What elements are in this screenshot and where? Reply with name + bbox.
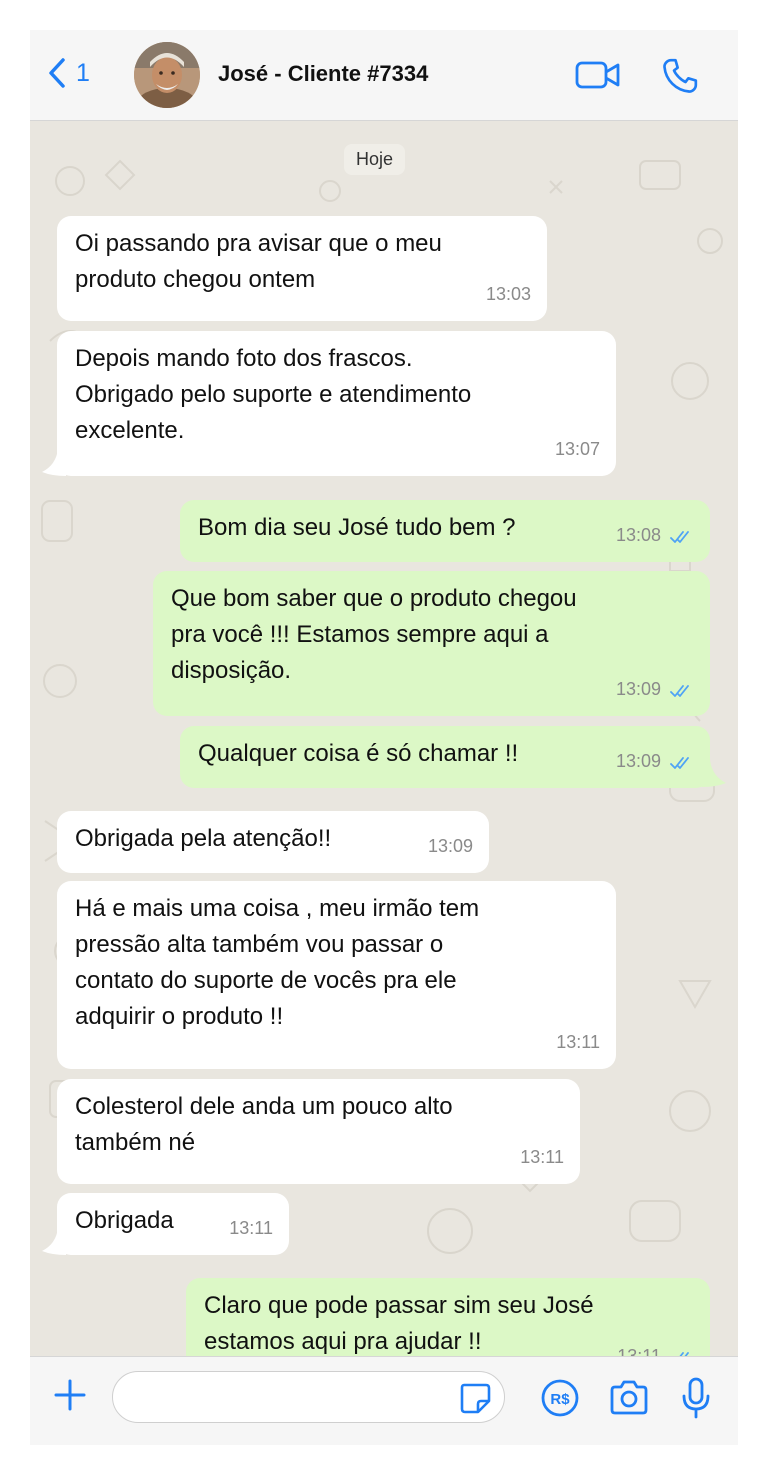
outgoing-message[interactable]: Que bom saber que o produto chegou pra v… bbox=[153, 571, 710, 716]
message-text: Obrigada pela atenção!! bbox=[75, 825, 332, 852]
bubble-tail bbox=[42, 1228, 66, 1255]
svg-text:R$: R$ bbox=[550, 1391, 570, 1408]
attach-button[interactable] bbox=[52, 1377, 88, 1418]
message-time: 13:03 bbox=[485, 284, 531, 304]
message-text: Depois mando foto dos frascos. Obrigado … bbox=[75, 345, 472, 444]
phone-icon bbox=[663, 58, 698, 93]
double-check-icon bbox=[670, 531, 689, 543]
message-status: 13:08 bbox=[616, 517, 694, 553]
message-time: 13:08 bbox=[615, 525, 661, 545]
plus-icon bbox=[54, 1379, 86, 1411]
bubble-tail bbox=[702, 760, 726, 787]
unread-count: 1 bbox=[76, 58, 90, 87]
message-text: Oi passando pra avisar que o meu produto… bbox=[75, 230, 442, 293]
chat-screen: 1 José - Cliente #7334 Hoje Oi passando … bbox=[30, 30, 738, 1445]
camera-icon bbox=[610, 1380, 648, 1415]
double-check-icon bbox=[670, 685, 689, 697]
message-text: Colesterol dele anda um pouco alto també… bbox=[75, 1093, 453, 1156]
video-camera-icon bbox=[575, 61, 620, 89]
message-text: Há e mais uma coisa , meu irmão tem pres… bbox=[75, 895, 480, 1030]
message-list[interactable]: Hoje Oi passando pra avisar que o meu pr… bbox=[30, 121, 738, 1383]
message-time: 13:09 bbox=[615, 679, 661, 699]
message-text: Obrigada bbox=[75, 1207, 174, 1234]
microphone-icon bbox=[682, 1377, 710, 1419]
outgoing-message[interactable]: Qualquer coisa é só chamar !! 13:09 bbox=[180, 726, 710, 788]
message-time: 13:11 bbox=[520, 1147, 564, 1167]
avatar[interactable] bbox=[134, 42, 200, 108]
chat-header: 1 José - Cliente #7334 bbox=[30, 30, 738, 121]
back-button[interactable]: 1 bbox=[48, 58, 90, 88]
message-time: 13:09 bbox=[615, 751, 661, 771]
message-text: Que bom saber que o produto chegou pra v… bbox=[171, 585, 577, 684]
contact-name[interactable]: José - Cliente #7334 bbox=[218, 61, 428, 87]
incoming-message[interactable]: Obrigada pela atenção!! 13:09 bbox=[57, 811, 489, 873]
message-text: Qualquer coisa é só chamar !! bbox=[198, 740, 519, 767]
incoming-message[interactable]: Obrigada 13:11 bbox=[57, 1193, 289, 1255]
contact-photo bbox=[134, 42, 200, 108]
message-text: Claro que pode passar sim seu José estam… bbox=[204, 1292, 594, 1355]
message-time: 13:11 bbox=[229, 1218, 273, 1238]
message-time: 13:11 bbox=[556, 1032, 600, 1052]
message-time: 13:07 bbox=[554, 439, 600, 459]
voice-call-button[interactable] bbox=[660, 56, 700, 101]
message-text: Bom dia seu José tudo bem ? bbox=[198, 514, 516, 541]
sticker-button[interactable] bbox=[458, 1381, 492, 1420]
chevron-left-icon bbox=[49, 58, 65, 88]
real-currency-icon: R$ bbox=[541, 1379, 579, 1417]
message-status: 13:09 bbox=[616, 743, 694, 779]
payment-button[interactable]: R$ bbox=[540, 1378, 580, 1423]
message-composer: R$ bbox=[30, 1356, 738, 1445]
double-check-icon bbox=[670, 757, 689, 769]
message-time: 13:09 bbox=[427, 836, 473, 856]
sticker-icon bbox=[460, 1383, 491, 1414]
incoming-message[interactable]: Oi passando pra avisar que o meu produto… bbox=[57, 216, 547, 321]
voice-message-button[interactable] bbox=[680, 1376, 712, 1425]
outgoing-message[interactable]: Bom dia seu José tudo bem ? 13:08 bbox=[180, 500, 710, 562]
incoming-message[interactable]: Há e mais uma coisa , meu irmão tem pres… bbox=[57, 881, 616, 1069]
message-input[interactable] bbox=[112, 1371, 505, 1423]
bubble-tail bbox=[42, 449, 66, 476]
date-separator: Hoje bbox=[344, 144, 406, 175]
incoming-message[interactable]: Depois mando foto dos frascos. Obrigado … bbox=[57, 331, 616, 476]
message-status: 13:09 bbox=[616, 671, 694, 707]
incoming-message[interactable]: Colesterol dele anda um pouco alto també… bbox=[57, 1079, 580, 1184]
video-call-button[interactable] bbox=[575, 60, 621, 95]
camera-button[interactable] bbox=[608, 1379, 650, 1422]
